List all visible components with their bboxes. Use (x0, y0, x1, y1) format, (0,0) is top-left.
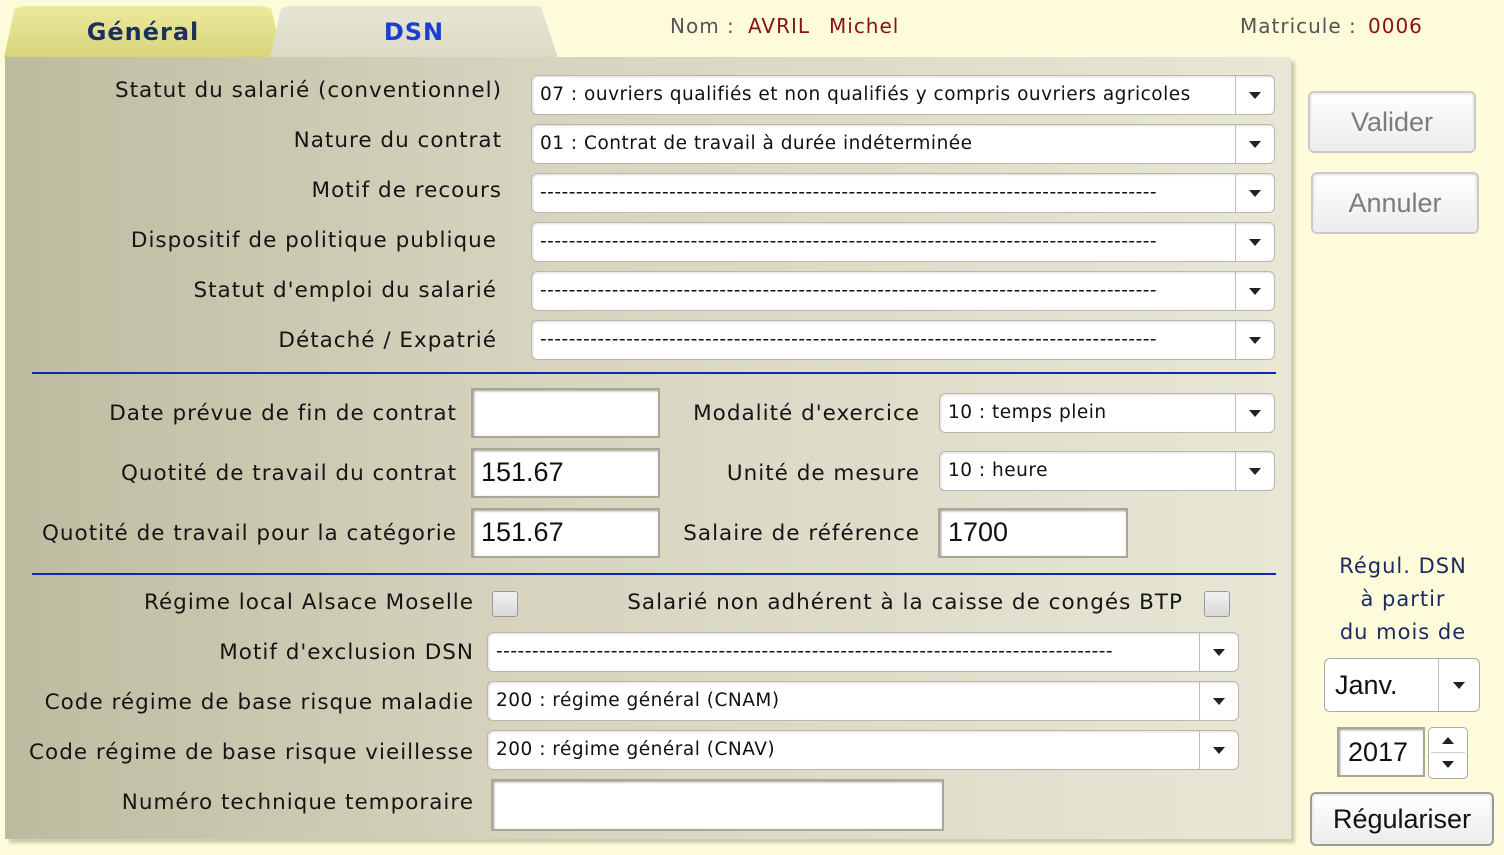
chevron-down-icon[interactable] (1199, 731, 1238, 769)
regime-vieillesse-label: Code régime de base risque vieillesse (29, 740, 474, 765)
chevron-down-icon[interactable] (1235, 452, 1274, 490)
motif-exclusion-select[interactable]: ----------------------------------------… (487, 632, 1239, 672)
regime-vieillesse-select[interactable]: 200 : régime général (CNAV) (487, 730, 1239, 770)
tab-dsn[interactable]: DSN (270, 6, 558, 58)
quotite-categorie-label: Quotité de travail pour la catégorie (41, 521, 457, 546)
tab-general-label: Général (86, 18, 200, 46)
detache-label: Détaché / Expatrié (278, 328, 497, 353)
modalite-select[interactable]: 10 : temps plein (939, 393, 1275, 433)
valider-button[interactable]: Valider (1308, 91, 1476, 153)
chevron-up-icon[interactable] (1442, 737, 1454, 744)
statut-salarie-value: 07 : ouvriers qualifiés et non qualifiés… (540, 84, 1191, 105)
modalite-value: 10 : temps plein (948, 402, 1107, 423)
btp-label: Salarié non adhérent à la caisse de cong… (627, 590, 1183, 615)
nature-contrat-select[interactable]: 01 : Contrat de travail à durée indéterm… (531, 124, 1275, 164)
year-stepper[interactable] (1428, 727, 1468, 779)
chevron-down-icon[interactable] (1199, 633, 1238, 671)
alsace-label: Régime local Alsace Moselle (143, 590, 474, 615)
tab-dsn-label: DSN (383, 18, 445, 46)
unite-label: Unité de mesure (726, 461, 920, 486)
dispositif-select[interactable]: ----------------------------------------… (531, 222, 1275, 262)
statut-salarie-label: Statut du salarié (conventionnel) (114, 78, 502, 103)
statut-emploi-select[interactable]: ----------------------------------------… (531, 271, 1275, 311)
chevron-down-icon[interactable] (1235, 76, 1274, 114)
nom-last-value: AVRIL (748, 14, 811, 38)
modalite-label: Modalité d'exercice (693, 401, 920, 426)
numero-technique-label: Numéro technique temporaire (121, 790, 474, 815)
unite-select[interactable]: 10 : heure (939, 451, 1275, 491)
motif-exclusion-label: Motif d'exclusion DSN (219, 640, 474, 665)
separator (32, 372, 1276, 374)
regul-label-2: à partir (1360, 587, 1446, 611)
year-input[interactable]: 2017 (1337, 727, 1425, 777)
chevron-down-icon[interactable] (1199, 682, 1238, 720)
chevron-down-icon[interactable] (1235, 272, 1274, 310)
quotite-categorie-input[interactable]: 151.67 (471, 508, 660, 558)
chevron-down-icon[interactable] (1235, 321, 1274, 359)
annuler-button[interactable]: Annuler (1311, 172, 1479, 234)
nature-contrat-value: 01 : Contrat de travail à durée indéterm… (540, 133, 973, 154)
motif-recours-label: Motif de recours (311, 178, 502, 203)
regulariser-button[interactable]: Régulariser (1310, 792, 1494, 846)
btp-checkbox[interactable] (1204, 591, 1230, 617)
regime-maladie-label: Code régime de base risque maladie (44, 690, 474, 715)
chevron-down-icon[interactable] (1438, 659, 1479, 711)
month-value: Janv. (1335, 670, 1398, 700)
motif-recours-value: ----------------------------------------… (540, 182, 1158, 203)
matricule-value: 0006 (1368, 14, 1423, 38)
numero-technique-input[interactable] (491, 779, 944, 831)
dispositif-label: Dispositif de politique publique (130, 228, 497, 253)
year-value: 2017 (1348, 737, 1409, 767)
motif-recours-select[interactable]: ----------------------------------------… (531, 173, 1275, 213)
regime-maladie-value: 200 : régime général (CNAM) (496, 690, 780, 711)
quotite-contrat-label: Quotité de travail du contrat (120, 461, 457, 486)
alsace-checkbox[interactable] (492, 591, 518, 617)
statut-emploi-value: ----------------------------------------… (540, 280, 1158, 301)
salaire-ref-label: Salaire de référence (683, 521, 920, 546)
regime-maladie-select[interactable]: 200 : régime général (CNAM) (487, 681, 1239, 721)
dispositif-value: ----------------------------------------… (540, 231, 1158, 252)
statut-salarie-select[interactable]: 07 : ouvriers qualifiés et non qualifiés… (531, 75, 1275, 115)
date-fin-label: Date prévue de fin de contrat (109, 401, 457, 426)
quotite-contrat-input[interactable]: 151.67 (471, 448, 660, 498)
date-fin-input[interactable] (471, 388, 660, 438)
chevron-down-icon[interactable] (1235, 394, 1274, 432)
matricule-label: Matricule : (1240, 14, 1357, 38)
tab-general[interactable]: Général (4, 6, 282, 58)
regul-label-1: Régul. DSN (1339, 554, 1467, 578)
salaire-ref-input[interactable]: 1700 (938, 508, 1128, 558)
chevron-down-icon[interactable] (1442, 761, 1454, 768)
month-select[interactable]: Janv. (1324, 658, 1480, 712)
stepper-divider (1431, 752, 1465, 753)
statut-emploi-label: Statut d'emploi du salarié (193, 278, 497, 303)
regime-vieillesse-value: 200 : régime général (CNAV) (496, 739, 776, 760)
unite-value: 10 : heure (948, 460, 1048, 481)
separator (32, 573, 1276, 575)
nature-contrat-label: Nature du contrat (293, 128, 502, 153)
detache-value: ----------------------------------------… (540, 329, 1158, 350)
regul-label-3: du mois de (1339, 620, 1467, 644)
chevron-down-icon[interactable] (1235, 174, 1274, 212)
nom-label: Nom : (670, 14, 735, 38)
chevron-down-icon[interactable] (1235, 223, 1274, 261)
detache-select[interactable]: ----------------------------------------… (531, 320, 1275, 360)
chevron-down-icon[interactable] (1235, 125, 1274, 163)
motif-exclusion-value: ----------------------------------------… (496, 641, 1114, 662)
nom-first-value: Michel (829, 14, 900, 38)
